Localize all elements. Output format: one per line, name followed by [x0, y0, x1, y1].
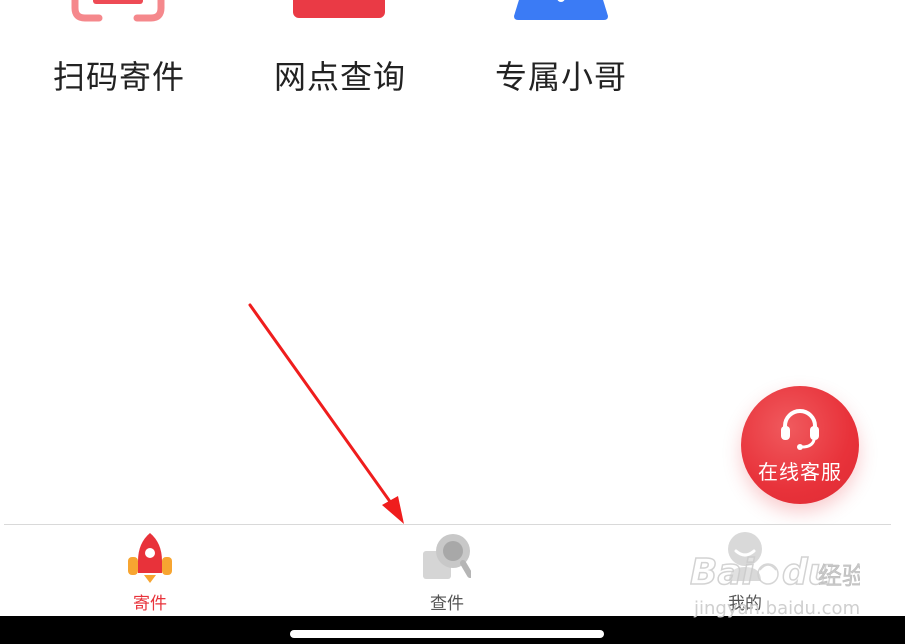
tab-label: 我的 — [728, 594, 762, 614]
shortcut-label: 网点查询 — [273, 58, 406, 96]
bottom-tab-bar: 寄件 查件 我的 — [4, 524, 891, 617]
online-service-button[interactable]: 在线客服 — [741, 386, 859, 504]
shortcut-label: 专属小哥 — [494, 58, 627, 96]
scan-icon — [71, 0, 165, 22]
shortcut-scan-send[interactable]: 扫码寄件 — [19, 0, 219, 110]
headset-icon — [781, 409, 819, 450]
home-indicator[interactable] — [290, 630, 604, 638]
tab-track[interactable]: 查件 — [377, 525, 517, 617]
tab-mine[interactable]: 我的 — [675, 525, 815, 617]
user-icon — [728, 532, 762, 581]
rocket-icon — [128, 533, 172, 583]
courier-icon — [514, 0, 608, 20]
tab-label: 寄件 — [133, 594, 167, 614]
tab-label: 查件 — [430, 594, 464, 614]
package-search-icon — [423, 534, 471, 579]
online-service-label: 在线客服 — [758, 460, 842, 484]
screen-edge — [892, 0, 905, 644]
shortcut-dedicated-courier[interactable]: 专属小哥 — [461, 0, 661, 110]
tab-send[interactable]: 寄件 — [80, 525, 220, 617]
shortcut-outlet-search[interactable]: 网点查询 — [240, 0, 440, 110]
shortcut-label: 扫码寄件 — [52, 58, 185, 96]
outlet-icon — [293, 0, 385, 18]
